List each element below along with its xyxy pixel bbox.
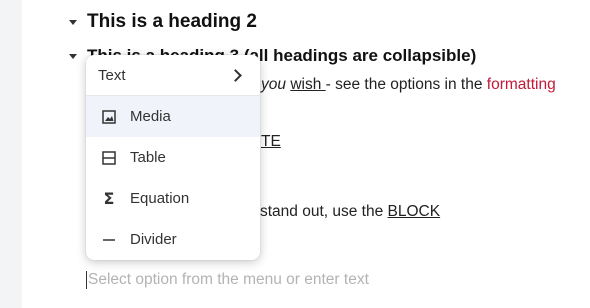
paragraph-3-text: stand out, use the — [260, 203, 388, 220]
menu-item-divider[interactable]: Divider — [86, 219, 260, 260]
wish-link[interactable]: wish — [290, 76, 325, 93]
menu-item-label: Media — [130, 108, 171, 125]
block-link[interactable]: BLOCK — [388, 203, 441, 220]
menu-item-text[interactable]: Text — [86, 55, 260, 96]
collapse-caret-icon[interactable] — [69, 19, 77, 25]
image-icon — [101, 109, 117, 125]
italic-text: you — [261, 76, 286, 93]
menu-item-equation[interactable]: Σ Equation — [86, 178, 260, 219]
menu-item-label: Table — [130, 149, 166, 166]
table-icon — [101, 150, 117, 166]
block-input[interactable]: Select option from the menu or enter tex… — [86, 269, 369, 291]
block-input-placeholder: Select option from the menu or enter tex… — [88, 271, 369, 288]
paragraph-3: stand out, use the BLOCK — [260, 203, 440, 221]
underlined-text[interactable]: TE — [261, 133, 281, 150]
menu-item-label: Equation — [130, 190, 190, 207]
insert-block-menu: Text Media Table Σ Equation Divider — [86, 55, 260, 260]
formatting-link[interactable]: formatting — [487, 76, 556, 93]
paragraph-2-tail: TE — [261, 133, 281, 151]
menu-item-table[interactable]: Table — [86, 137, 260, 178]
menu-item-text-label: Text — [98, 66, 126, 84]
paragraph-1: you wish - see the options in the format… — [261, 76, 556, 94]
menu-item-media[interactable]: Media — [86, 96, 260, 137]
chevron-right-icon — [229, 68, 242, 82]
collapse-caret-icon[interactable] — [69, 53, 77, 59]
heading-2-text: This is a heading 2 — [87, 11, 257, 32]
sigma-icon: Σ — [103, 189, 115, 208]
heading-2[interactable]: This is a heading 2 — [69, 9, 257, 35]
divider-icon — [101, 232, 117, 248]
text-cursor — [86, 271, 87, 289]
paragraph-1-text: - see the options in the — [325, 76, 487, 93]
menu-item-label: Divider — [130, 231, 177, 248]
